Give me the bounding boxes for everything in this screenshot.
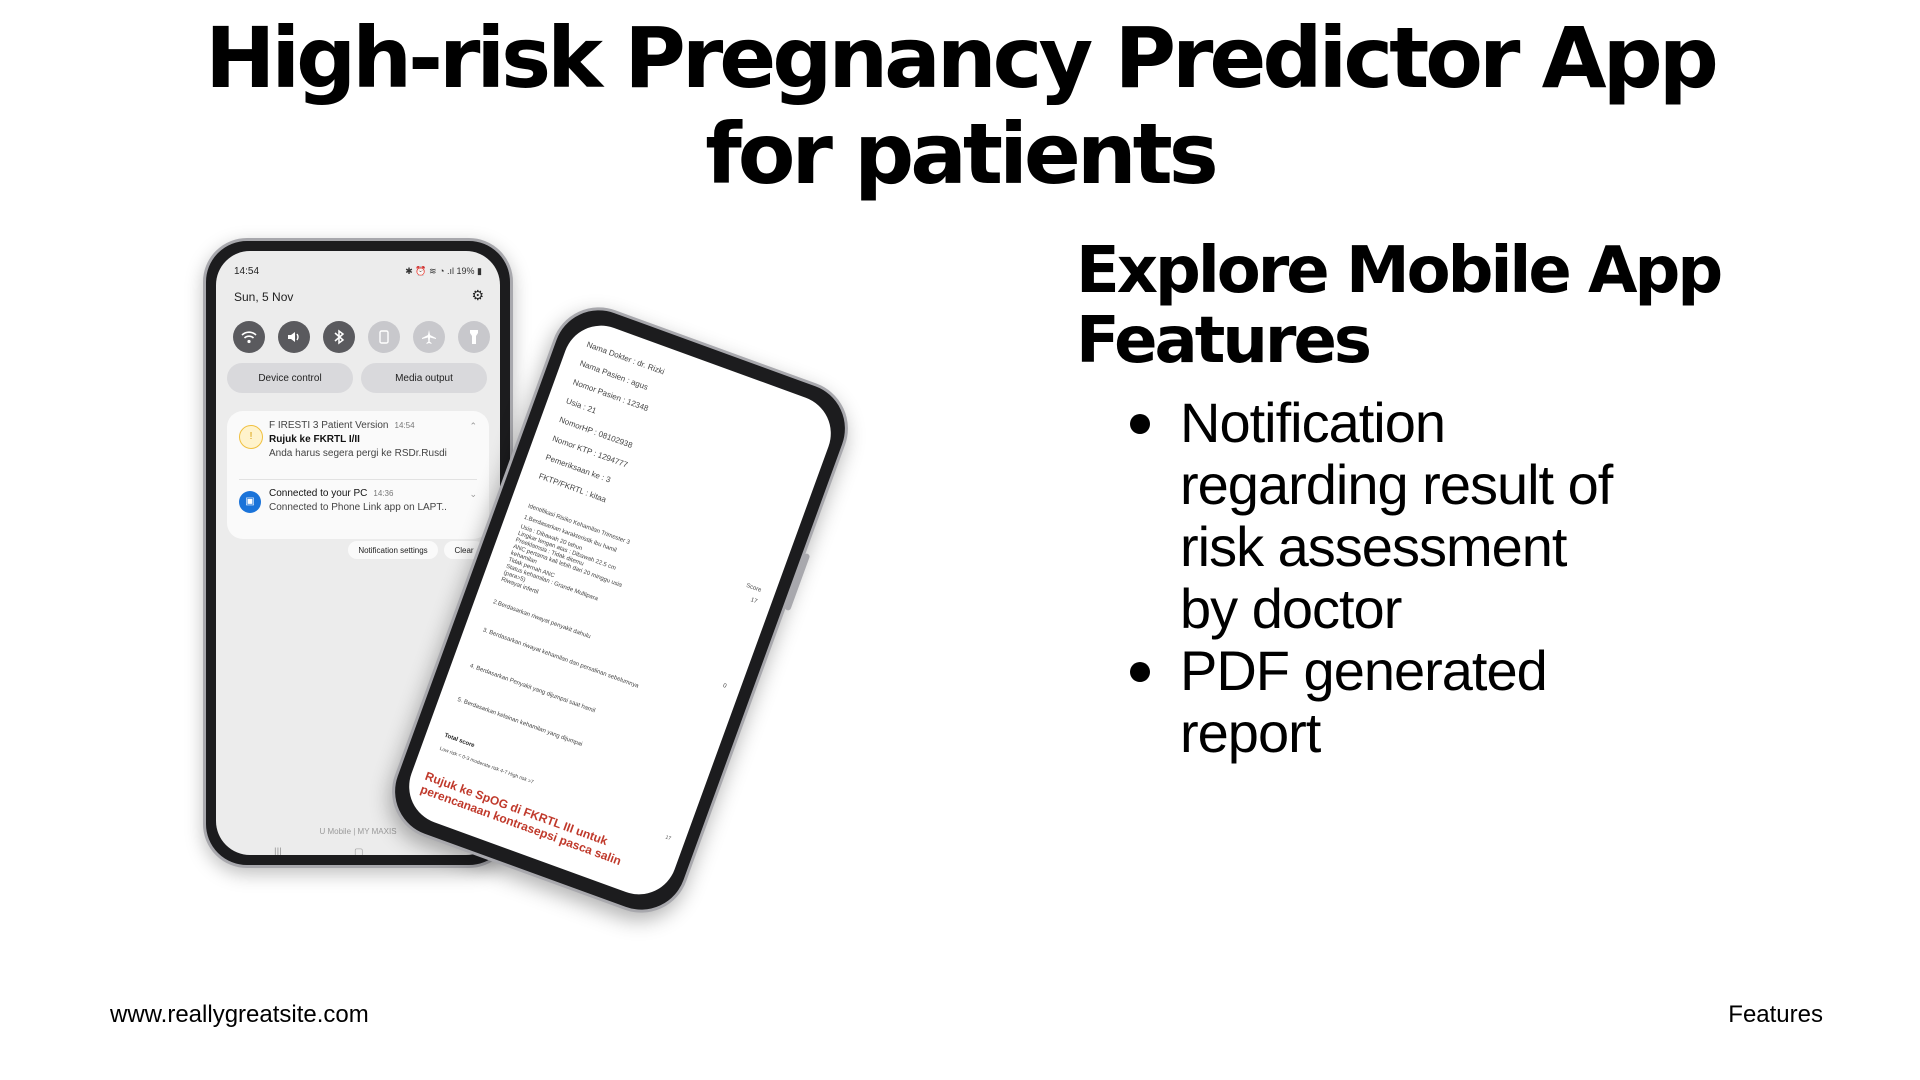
device-control-button[interactable]: Device control	[227, 363, 353, 393]
feature-item: Notification regarding result of risk as…	[1130, 391, 1620, 640]
notification-app-name: Connected to your PC	[269, 488, 368, 499]
features-heading: Explore Mobile App Features	[1076, 236, 1796, 376]
page-title-line-1: High-risk Pregnancy Predictor App	[205, 9, 1719, 107]
features-heading-line-2: Features	[1076, 304, 1372, 378]
home-icon[interactable]: ▢	[354, 847, 363, 855]
feature-item-text: Notification regarding result of risk as…	[1180, 391, 1613, 640]
quick-settings-row	[233, 321, 493, 355]
risk-row-score: 0	[721, 755, 727, 762]
chevron-down-icon[interactable]: ⌄	[469, 487, 477, 501]
notification-phone-link[interactable]: ▣ Connected to your PC 14:36 Connected to…	[239, 487, 477, 531]
notification-app-name: F IRESTI 3 Patient Version	[269, 420, 389, 431]
side-button	[784, 552, 811, 612]
notification-title: Rujuk ke FKRTL I/II	[269, 434, 360, 445]
score-header: Score	[745, 582, 763, 594]
feature-item: PDF generated report	[1130, 639, 1620, 764]
page-title: High-risk Pregnancy Predictor App for pa…	[0, 10, 1920, 202]
feature-item-text: PDF generated report	[1180, 639, 1548, 764]
notification-divider	[239, 479, 477, 480]
features-heading-line-1: Explore Mobile App	[1076, 234, 1723, 308]
risk-row-score: 0	[734, 719, 740, 727]
airplane-icon[interactable]	[413, 321, 445, 353]
bluetooth-icon[interactable]	[323, 321, 355, 353]
phone-link-icon: ▣	[239, 491, 261, 513]
app-alert-icon: !	[239, 425, 263, 449]
risk-row-label: 4. Berdasarkan Penyakit yang dijumpai sa…	[468, 663, 596, 715]
section-label: Features	[1728, 1001, 1823, 1028]
recent-apps-icon[interactable]: |||	[274, 847, 282, 855]
rotation-icon[interactable]	[368, 321, 400, 353]
wifi-icon[interactable]	[233, 321, 265, 353]
sound-icon[interactable]	[278, 321, 310, 353]
notification-body: Anda harus segera pergi ke RSDr.Rusdi	[269, 448, 447, 459]
notification-risk-result[interactable]: ! F IRESTI 3 Patient Version 14:54 Rujuk …	[239, 419, 477, 475]
page-title-line-2: for patients	[705, 105, 1219, 203]
bullet-icon	[1130, 414, 1150, 434]
settings-gear-icon[interactable]: ⚙	[471, 287, 484, 304]
status-icons: ✱ ⏰ ≋ ◔ .ıl 19% ▮	[405, 266, 482, 276]
shade-date: Sun, 5 Nov	[234, 290, 294, 304]
risk-row: 4. Berdasarkan Penyakit yang dijumpai sa…	[468, 663, 727, 762]
bullet-icon	[1130, 662, 1150, 682]
total-score-value: 17	[664, 834, 672, 842]
notification-time: 14:54	[394, 421, 415, 430]
chevron-up-icon[interactable]: ⌃	[469, 419, 477, 433]
notification-body: Connected to Phone Link app on LAPT..	[269, 502, 447, 513]
notification-card: ! F IRESTI 3 Patient Version 14:54 Rujuk …	[227, 411, 489, 539]
risk-row-score: 17	[749, 597, 758, 606]
risk-row-score: 0	[708, 788, 715, 796]
media-output-button[interactable]: Media output	[361, 363, 487, 393]
website-link[interactable]: www.reallygreatsite.com	[110, 1000, 369, 1030]
status-time: 14:54	[234, 266, 260, 277]
notification-settings-button[interactable]: Notification settings	[348, 541, 438, 559]
flashlight-icon[interactable]	[458, 321, 490, 353]
features-list: Notification regarding result of risk as…	[1130, 391, 1620, 764]
risk-row-score: 0	[721, 682, 728, 690]
notification-time: 14:36	[373, 489, 394, 498]
risk-row: 5. Berdasarkan kelainan kehamilan yang d…	[456, 697, 714, 796]
